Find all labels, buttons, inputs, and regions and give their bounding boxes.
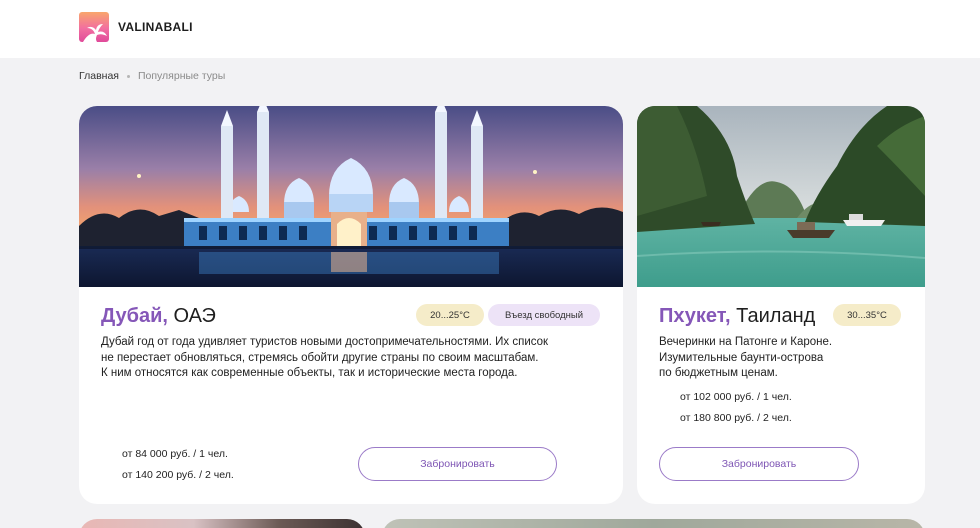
- price-single: от 102 000 руб. / 1 чел.: [680, 391, 792, 403]
- description-line: не перестает обновляться, стремясь обойт…: [101, 351, 539, 364]
- tour-prices: от 102 000 руб. / 1 чел. от 180 800 руб.…: [680, 387, 792, 429]
- tour-country: ОАЭ: [173, 305, 216, 327]
- tour-title: Дубай, ОАЭ: [101, 305, 216, 328]
- tour-country: Таиланд: [736, 305, 816, 327]
- book-button[interactable]: Забронировать: [358, 447, 557, 481]
- tour-prices: от 84 000 руб. / 1 чел. от 140 200 руб. …: [122, 444, 234, 486]
- brand-logo-icon[interactable]: [79, 12, 109, 42]
- tour-city: Пхукет,: [659, 305, 731, 327]
- site-header: VALINABALI: [0, 0, 980, 58]
- mosque-night-photo: [79, 106, 623, 287]
- temperature-badge: 20...25°C: [416, 304, 484, 326]
- tour-card-dubai[interactable]: Дубай, ОАЭ 20...25°C Въезд свободный Дуб…: [79, 106, 623, 504]
- tour-card-phuket[interactable]: Пхукет, Таиланд 30...35°C Вечеринки на П…: [637, 106, 925, 504]
- breadcrumb-current: Популярные туры: [137, 70, 226, 82]
- book-button[interactable]: Забронировать: [659, 447, 859, 481]
- tropical-bay-photo: [637, 106, 925, 287]
- tour-city: Дубай,: [101, 305, 168, 327]
- entry-badge: Въезд свободный: [488, 304, 600, 326]
- brand-name[interactable]: VALINABALI: [118, 20, 193, 34]
- price-double: от 180 800 руб. / 2 чел.: [680, 412, 792, 424]
- price-double: от 140 200 руб. / 2 чел.: [122, 469, 234, 481]
- tour-title: Пхукет, Таиланд: [659, 305, 815, 328]
- description-line: К ним относятся как современные объекты,…: [101, 367, 518, 379]
- description-line: Вечеринки на Патонге и Кароне.: [659, 336, 833, 348]
- tour-card-partial[interactable]: [382, 519, 925, 528]
- description-line: по бюджетным ценам.: [659, 367, 778, 379]
- tour-description: Вечеринки на Патонге и Кароне. Изумитель…: [659, 335, 889, 382]
- tour-card-partial[interactable]: [79, 519, 365, 528]
- description-line: Изумительные баунти-острова: [659, 351, 824, 364]
- breadcrumb-home-link[interactable]: Главная: [79, 70, 119, 82]
- temperature-badge: 30...35°C: [833, 304, 901, 326]
- tour-description: Дубай год от года удивляет туристов новы…: [101, 335, 601, 382]
- breadcrumb-separator: [126, 74, 130, 78]
- breadcrumb: Главная Популярные туры: [79, 70, 225, 82]
- description-line: Дубай год от года удивляет туристов новы…: [101, 336, 549, 348]
- price-single: от 84 000 руб. / 1 чел.: [122, 448, 228, 460]
